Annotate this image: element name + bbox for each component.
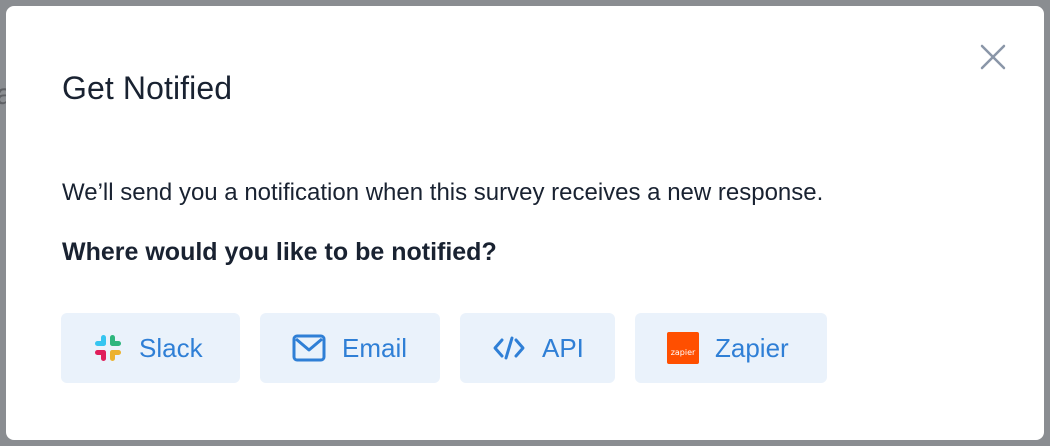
zapier-option-button[interactable]: zapier Zapier (635, 313, 827, 383)
slack-icon (93, 333, 123, 363)
get-notified-dialog: Get Notified We’ll send you a notificati… (6, 6, 1044, 440)
email-icon (292, 334, 326, 362)
close-icon (980, 44, 1006, 70)
slack-option-label: Slack (139, 332, 203, 363)
email-option-button[interactable]: Email (260, 313, 440, 383)
dialog-description: We’ll send you a notification when this … (62, 179, 824, 206)
api-option-label: API (542, 332, 584, 363)
notification-options: Slack Email API zapier Zapier (61, 313, 827, 383)
api-option-button[interactable]: API (460, 313, 615, 383)
zapier-icon: zapier (667, 332, 699, 364)
close-button[interactable] (978, 42, 1008, 72)
dialog-title: Get Notified (62, 70, 233, 106)
email-option-label: Email (342, 332, 408, 363)
code-icon (492, 335, 526, 361)
zapier-option-label: Zapier (715, 332, 789, 363)
slack-option-button[interactable]: Slack (61, 313, 240, 383)
dialog-question: Where would you like to be notified? (62, 238, 497, 266)
